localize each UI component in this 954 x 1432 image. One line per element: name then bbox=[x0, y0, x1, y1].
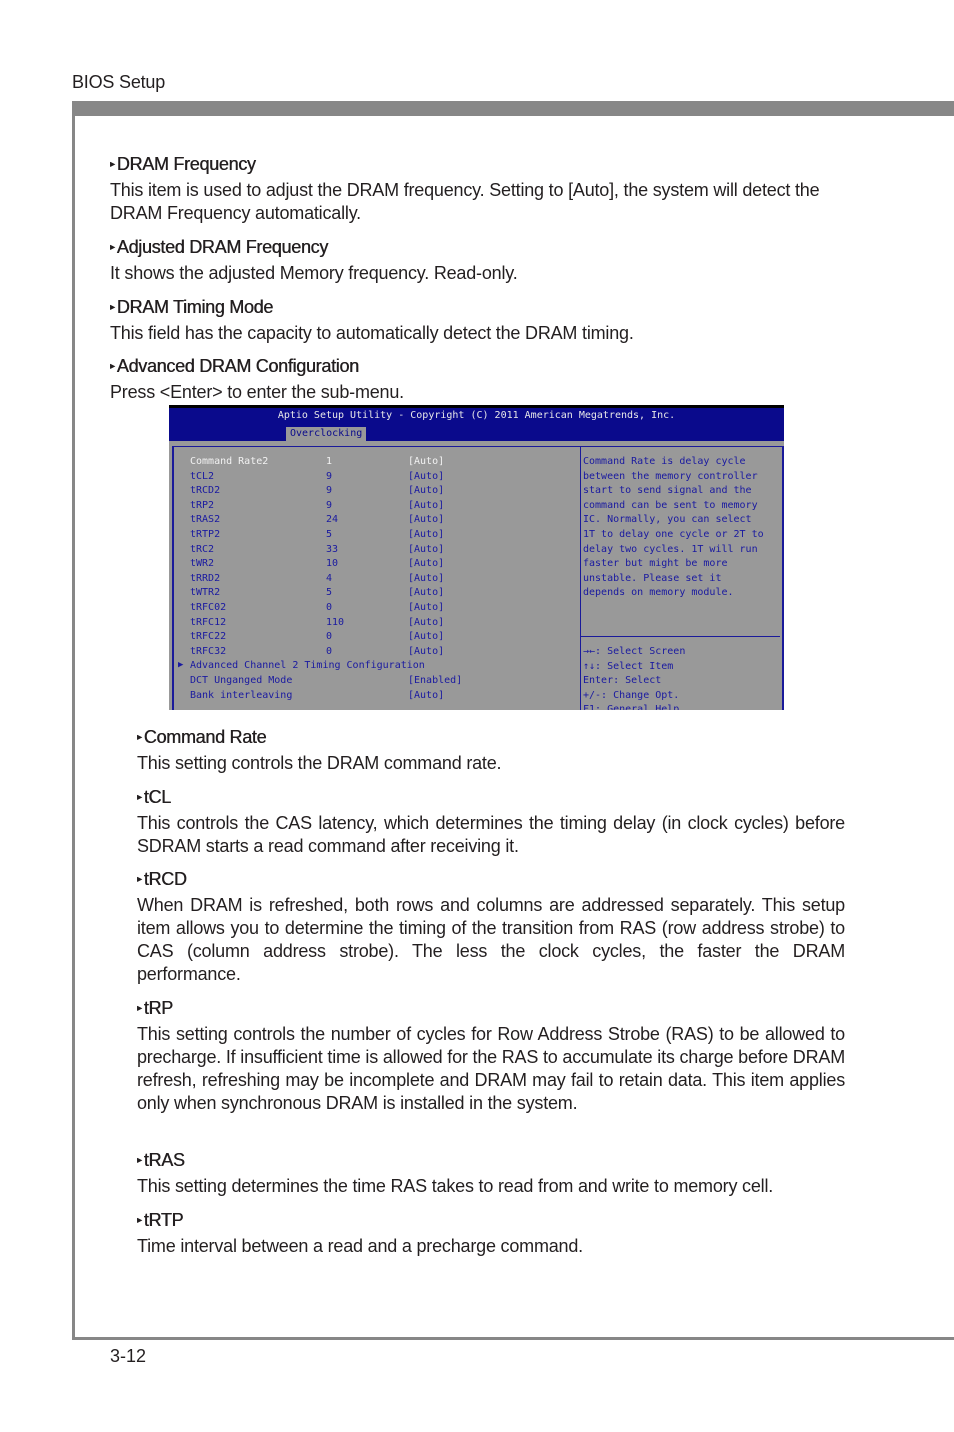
item-heading: ▸ Adjusted DRAM Frequency bbox=[110, 237, 328, 257]
item-heading: ▸ tRCD bbox=[137, 869, 187, 889]
item-description: This setting controls the DRAM command r… bbox=[137, 753, 502, 773]
item-heading: ▸ Advanced DRAM Configuration bbox=[110, 356, 359, 376]
item-heading: ▸ tCL bbox=[137, 787, 171, 807]
item-heading: ▸ DRAM Frequency bbox=[110, 154, 256, 174]
section-title: BIOS Setup bbox=[72, 72, 166, 92]
item-adjusted-dram-frequency: ▸ Adjusted DRAM Frequency It shows the ad… bbox=[110, 236, 846, 285]
bullet-triangle-icon: ▸ bbox=[137, 1215, 142, 1226]
item-heading: ▸ DRAM Timing Mode bbox=[110, 297, 273, 317]
item-tcl: ▸ tCL This controls the CAS latency, whic… bbox=[137, 786, 845, 858]
bullet-triangle-icon: ▸ bbox=[110, 242, 115, 253]
item-command-rate: ▸ Command Rate This setting controls the … bbox=[137, 726, 845, 775]
item-description: When DRAM is refreshed, both rows and co… bbox=[137, 895, 845, 984]
item-description: This field has the capacity to automatic… bbox=[110, 323, 634, 343]
bios-key-legend: →←: Select Screen ↑↓: Select Item Enter:… bbox=[583, 645, 685, 710]
help-divider bbox=[581, 636, 780, 637]
tab-overclocking[interactable]: Overclocking bbox=[286, 427, 367, 441]
bios-help-text: Command Rate is delay cycle between the … bbox=[583, 456, 764, 599]
bullet-triangle-icon: ▸ bbox=[137, 732, 142, 743]
key-change-opt: +/-: Change Opt. bbox=[583, 689, 680, 701]
item-heading: ▸ tRAS bbox=[137, 1150, 185, 1170]
item-description: This setting determines the time RAS tak… bbox=[137, 1176, 774, 1196]
item-description: Press <Enter> to enter the sub-menu. bbox=[110, 382, 404, 402]
key-general-help: F1: General Help bbox=[583, 704, 680, 710]
bottom-border-rule bbox=[72, 1337, 954, 1340]
key-select-screen: →←: Select Screen bbox=[583, 646, 686, 657]
item-dram-timing-mode: ▸ DRAM Timing Mode This field has the cap… bbox=[110, 296, 846, 345]
key-enter-select: Enter: Select bbox=[583, 675, 662, 687]
item-description: Time interval between a read and a prech… bbox=[137, 1236, 583, 1256]
bullet-triangle-icon: ▸ bbox=[110, 302, 115, 313]
item-trcd: ▸ tRCD When DRAM is refreshed, both rows … bbox=[137, 868, 845, 986]
item-dram-frequency: ▸ DRAM Frequency This item is used to adj… bbox=[110, 153, 846, 225]
item-trp: ▸ tRP This setting controls the number of… bbox=[137, 997, 845, 1115]
item-heading: ▸ Command Rate bbox=[137, 727, 267, 747]
item-description: It shows the adjusted Memory frequency. … bbox=[110, 263, 518, 283]
submenu-arrow-icon: ▶ bbox=[178, 660, 184, 670]
bullet-triangle-icon: ▸ bbox=[137, 1155, 142, 1166]
bios-screenshot: Aptio Setup Utility - Copyright (C) 2011… bbox=[169, 405, 784, 710]
item-description: This controls the CAS latency, which det… bbox=[137, 813, 845, 856]
bios-help-panel: Command Rate is delay cycle between the … bbox=[580, 446, 784, 710]
header-bar bbox=[72, 101, 954, 116]
item-advanced-dram-configuration: ▸ Advanced DRAM Configuration Press <Ente… bbox=[110, 355, 846, 404]
bios-title: Aptio Setup Utility - Copyright (C) 2011… bbox=[277, 410, 676, 421]
bullet-triangle-icon: ▸ bbox=[137, 874, 142, 885]
page-number: 3-12 bbox=[110, 1346, 147, 1366]
bullet-triangle-icon: ▸ bbox=[137, 792, 142, 803]
bullet-triangle-icon: ▸ bbox=[137, 1003, 142, 1014]
item-description: This item is used to adjust the DRAM fre… bbox=[110, 180, 820, 223]
item-heading: ▸ tRP bbox=[137, 998, 173, 1018]
item-tras: ▸ tRAS This setting determines the time R… bbox=[137, 1149, 845, 1198]
key-select-item: ↑↓: Select Item bbox=[583, 660, 674, 672]
item-description: This setting controls the number of cycl… bbox=[137, 1024, 845, 1113]
bullet-triangle-icon: ▸ bbox=[110, 159, 115, 170]
item-heading: ▸ tRTP bbox=[137, 1210, 184, 1230]
bullet-triangle-icon: ▸ bbox=[110, 361, 115, 372]
left-border-rule bbox=[72, 101, 75, 1339]
bios-settings-panel: Command Rate2 1 [Auto] tCL2 9 [Auto] tRC… bbox=[172, 446, 580, 710]
item-trtp: ▸ tRTP Time interval between a read and a… bbox=[137, 1209, 845, 1258]
